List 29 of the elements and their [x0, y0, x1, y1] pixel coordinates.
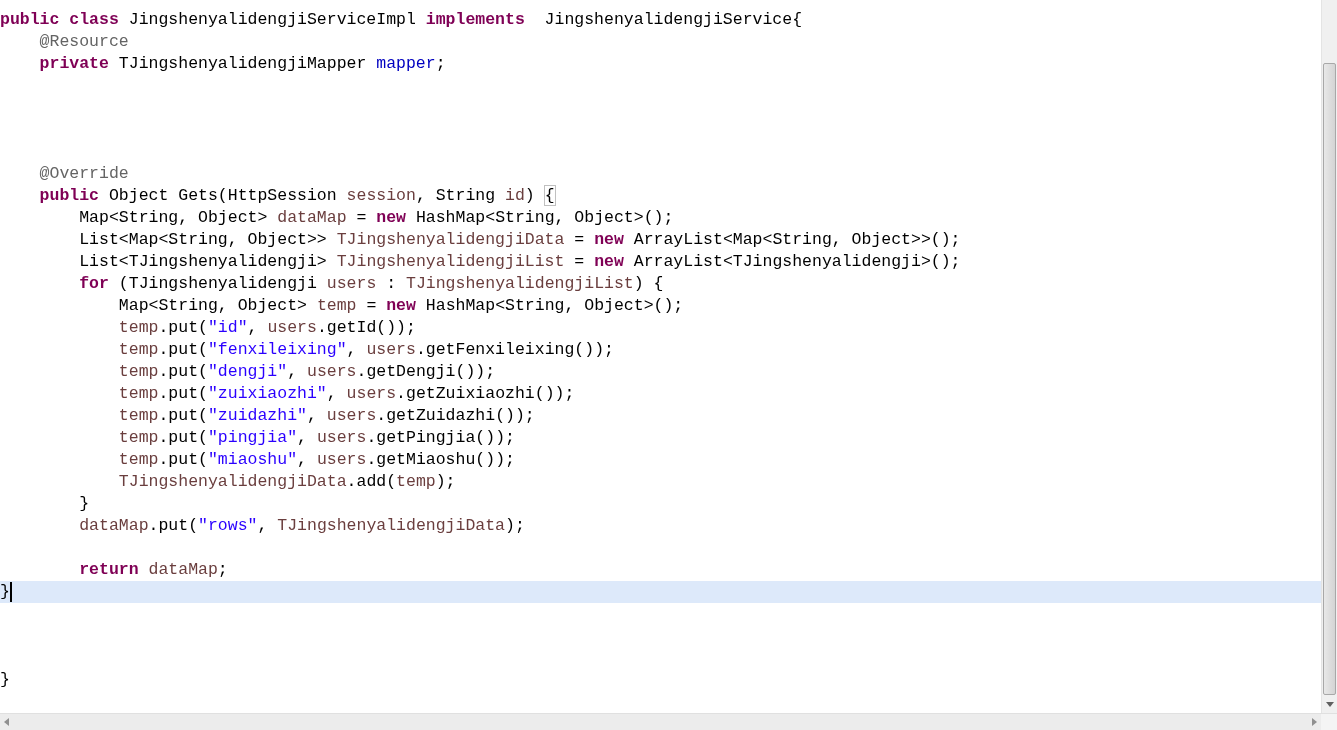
- code-line: public Object Gets(HttpSession session, String id) {: [39, 185, 555, 207]
- code-line: temp.put("id", users.getId());: [118, 317, 416, 339]
- scroll-left-arrow-icon[interactable]: [4, 718, 9, 726]
- scroll-right-arrow-icon[interactable]: [1312, 718, 1317, 726]
- code-line: temp.put("fenxileixing", users.getFenxileixing());: [118, 339, 614, 361]
- code-line: return dataMap;: [79, 559, 228, 581]
- scrollbar-thumb[interactable]: [1323, 63, 1336, 695]
- code-line: List<Map<String, Object>> TJingshenyalidengjiData = new ArrayList<Map<String, Object>>();: [79, 229, 961, 251]
- code-line: temp.put("pingjia", users.getPingjia());: [118, 427, 515, 449]
- code-line: }: [0, 669, 10, 691]
- vertical-scrollbar[interactable]: [1321, 0, 1337, 713]
- code-line: dataMap.put("rows", TJingshenyalidengjiData);: [79, 515, 525, 537]
- code-line: for (TJingshenyalidengji users : TJingshenyalidengjiList) {: [79, 273, 664, 295]
- code-line: temp.put("zuixiaozhi", users.getZuixiaozhi());: [118, 383, 575, 405]
- code-line: @Resource: [39, 31, 129, 53]
- code-line: public class JingshenyalidengjiServiceImpl implements JingshenyalidengjiService{: [0, 9, 803, 31]
- code-line: private TJingshenyalidengjiMapper mapper;: [39, 53, 446, 75]
- code-line: Map<String, Object> temp = new HashMap<String, Object>();: [118, 295, 684, 317]
- scroll-down-arrow-icon[interactable]: [1325, 701, 1334, 707]
- code-line: }: [0, 581, 10, 603]
- code-line: List<TJingshenyalidengji> TJingshenyalidengjiList = new ArrayList<TJingshenyalidengji>();: [79, 251, 961, 273]
- code-line: Map<String, Object> dataMap = new HashMap<String, Object>();: [79, 207, 674, 229]
- code-line: temp.put("zuidazhi", users.getZuidazhi());: [118, 405, 535, 427]
- code-line: }: [79, 493, 90, 515]
- code-line: temp.put("dengji", users.getDengji());: [118, 361, 496, 383]
- code-line: TJingshenyalidengjiData.add(temp);: [118, 471, 456, 493]
- text-cursor: [9, 582, 12, 602]
- code-line: @Override: [39, 163, 129, 185]
- code-line: temp.put("miaoshu", users.getMiaoshu());: [118, 449, 515, 471]
